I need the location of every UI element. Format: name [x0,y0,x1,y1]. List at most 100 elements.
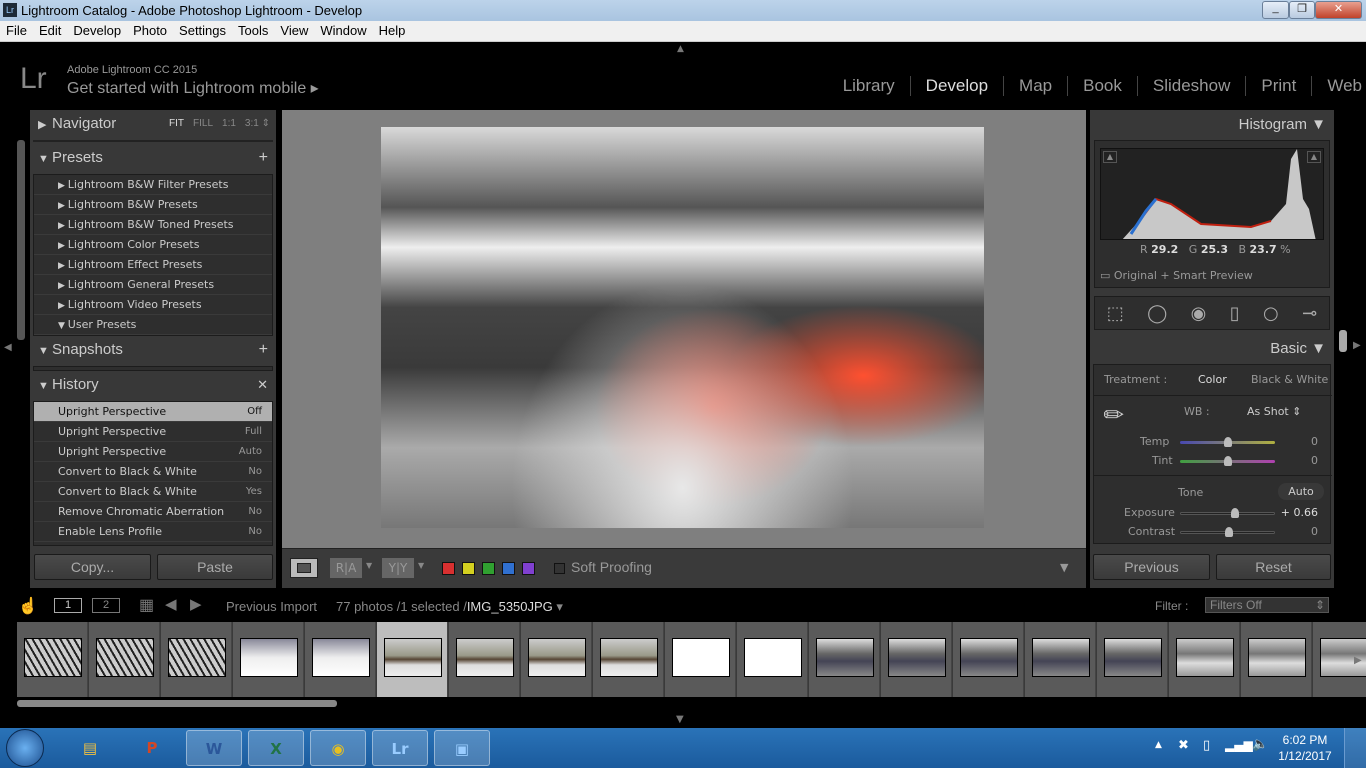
history-step[interactable]: Convert to Black & White Yes [34,482,272,502]
add-preset-icon[interactable]: + [259,144,268,172]
history-step[interactable]: Enable Lens Profile No [34,522,272,542]
color-label-2[interactable] [462,562,475,575]
minimize-button[interactable]: _ [1262,1,1289,19]
filmstrip-thumbnail[interactable] [1241,622,1312,697]
zoom-stepper-icon[interactable]: ⇕ [259,118,270,129]
menu-view[interactable]: View [274,21,314,41]
filmstrip-source[interactable]: Previous Import [226,599,317,614]
filter-select[interactable]: Filters Off ⇕ [1205,597,1329,613]
second-window-button[interactable]: 2 [92,598,120,613]
filmstrip-thumbnail[interactable] [521,622,592,697]
adjustment-brush-icon[interactable]: ⊸ [1302,303,1317,324]
filmstrip-thumbnail[interactable] [233,622,304,697]
toolbar-menu-icon[interactable]: ▼ [1060,561,1068,574]
start-button[interactable] [6,729,44,767]
crop-overlay-icon[interactable]: ⬚ [1107,303,1124,324]
module-print[interactable]: Print [1246,76,1313,96]
filmstrip-scrollbar[interactable] [17,700,337,707]
chrome-icon[interactable]: ◉ [310,730,366,766]
auto-tone-button[interactable]: Auto [1278,483,1324,500]
volume-icon[interactable]: 🔈 [1252,737,1268,752]
zoom-fit[interactable]: FIT [169,118,184,129]
preset-folder[interactable]: ▶ Lightroom Effect Presets [34,255,272,275]
module-library[interactable]: Library [828,76,911,96]
color-label-4[interactable] [502,562,515,575]
battery-icon[interactable]: ▯ [1203,738,1210,753]
tint-slider[interactable] [1180,456,1275,466]
clear-history-icon[interactable]: ✕ [257,371,268,399]
left-panel-toggle[interactable]: ◀ [0,110,16,588]
filmstrip-thumbnail[interactable] [737,622,808,697]
dropdown-arrow-icon[interactable]: ▼ [366,561,372,570]
color-label-5[interactable] [522,562,535,575]
powerpoint-icon[interactable]: P [124,730,180,766]
wb-select[interactable]: As Shot ⇕ [1247,405,1301,418]
soft-proofing-checkbox[interactable] [554,563,565,574]
snapshots-header[interactable]: ▼ Snapshots + [30,336,276,366]
module-book[interactable]: Book [1068,76,1138,96]
filmstrip-thumbnail[interactable] [809,622,880,697]
slider-thumb[interactable] [1224,456,1232,466]
menu-tools[interactable]: Tools [232,21,274,41]
color-label-1[interactable] [442,562,455,575]
temp-value[interactable]: 0 [1311,435,1318,448]
temp-slider[interactable] [1180,437,1275,447]
clock[interactable]: 6:02 PM 1/12/2017 [1270,732,1340,764]
right-panel-scrollbar[interactable] [1339,330,1347,352]
slider-thumb[interactable] [1225,527,1233,537]
contrast-value[interactable]: 0 [1311,525,1318,538]
lightroom-icon[interactable]: Lr [372,730,428,766]
history-header[interactable]: ▼ History ✕ [30,371,276,401]
network-signal-icon[interactable]: ▂▄▆ [1225,738,1253,752]
filmstrip-thumbnail[interactable] [1025,622,1096,697]
back-arrow-icon[interactable]: ◀ [165,595,177,613]
slider-thumb[interactable] [1231,508,1239,518]
history-step[interactable]: Remove Chromatic Aberration No [34,502,272,522]
filmstrip-thumbnail[interactable] [89,622,160,697]
menu-develop[interactable]: Develop [67,21,127,41]
filmstrip-thumbnail[interactable] [665,622,736,697]
forward-arrow-icon[interactable]: ▶ [190,595,202,613]
preset-folder[interactable]: ▶ Lightroom B&W Filter Presets [34,175,272,195]
module-map[interactable]: Map [1004,76,1069,96]
filmstrip-info[interactable]: 77 photos /1 selected /IMG_5350JPG ▾ [336,599,563,615]
collapse-top-icon[interactable]: ▲ [677,44,684,54]
filmstrip-thumbnail[interactable] [17,622,88,697]
module-slideshow[interactable]: Slideshow [1138,76,1247,96]
highlight-clipping-icon[interactable]: ▲ [1307,151,1321,163]
mobile-link[interactable]: Get started with Lightroom mobile ▸ [67,78,319,98]
graduated-filter-icon[interactable]: ▯ [1230,303,1240,324]
shadow-clipping-icon[interactable]: ▲ [1103,151,1117,163]
paste-button[interactable]: Paste [157,554,273,580]
show-desktop-button[interactable] [1344,728,1366,768]
preset-folder[interactable]: ▶ Lightroom Color Presets [34,235,272,255]
history-step[interactable]: Enable Lens Profile Yes [34,542,272,545]
presets-header[interactable]: ▼ Presets + [30,144,276,174]
menu-file[interactable]: File [0,21,33,41]
contrast-slider[interactable] [1180,527,1275,537]
history-step[interactable]: Upright Perspective Full [34,422,272,442]
treatment-bw[interactable]: Black & White [1251,373,1328,386]
filmstrip-thumbnail[interactable] [161,622,232,697]
menu-photo[interactable]: Photo [127,21,173,41]
loupe-view-button[interactable] [290,558,318,578]
copy-button[interactable]: Copy... [34,554,151,580]
zoom-3:1[interactable]: 3:1 [245,118,259,129]
red-eye-icon[interactable]: ◉ [1191,303,1207,324]
preset-folder[interactable]: ▶ Lightroom B&W Presets [34,195,272,215]
preset-folder[interactable]: ▶ Lightroom General Presets [34,275,272,295]
collapse-filmstrip-icon[interactable]: ▼ [676,714,684,725]
display-icon[interactable]: ▣ [434,730,490,766]
before-after-ra-button[interactable]: R|A [330,558,362,578]
treatment-color[interactable]: Color [1198,373,1227,386]
filmstrip-thumbnail[interactable] [593,622,664,697]
zoom-fill[interactable]: FILL [193,118,213,129]
menu-window[interactable]: Window [314,21,372,41]
menu-help[interactable]: Help [373,21,412,41]
module-web[interactable]: Web [1312,76,1366,96]
white-balance-eyedropper-icon[interactable]: ✎ [1097,398,1131,432]
history-step[interactable]: Upright Perspective Off [34,402,272,422]
history-step[interactable]: Convert to Black & White No [34,462,272,482]
filmstrip-thumbnail[interactable] [881,622,952,697]
file-explorer-icon[interactable]: ▤ [62,730,118,766]
